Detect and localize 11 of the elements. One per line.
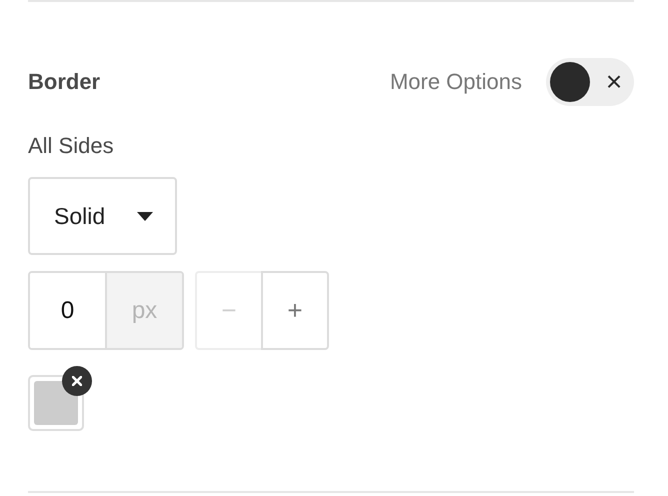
border-width-field[interactable]: 0 px (28, 271, 184, 350)
more-options-label: More Options (390, 69, 522, 95)
caret-icon (137, 212, 153, 220)
unit-label: px (107, 273, 182, 348)
section-title: Border (28, 69, 100, 95)
more-options-toggle[interactable]: × (546, 58, 634, 106)
increment-button[interactable]: + (261, 271, 329, 350)
close-icon (72, 376, 82, 386)
border-style-select[interactable]: Solid (28, 177, 177, 255)
clear-color-button[interactable] (62, 366, 92, 396)
sides-label: All Sides (28, 133, 115, 159)
